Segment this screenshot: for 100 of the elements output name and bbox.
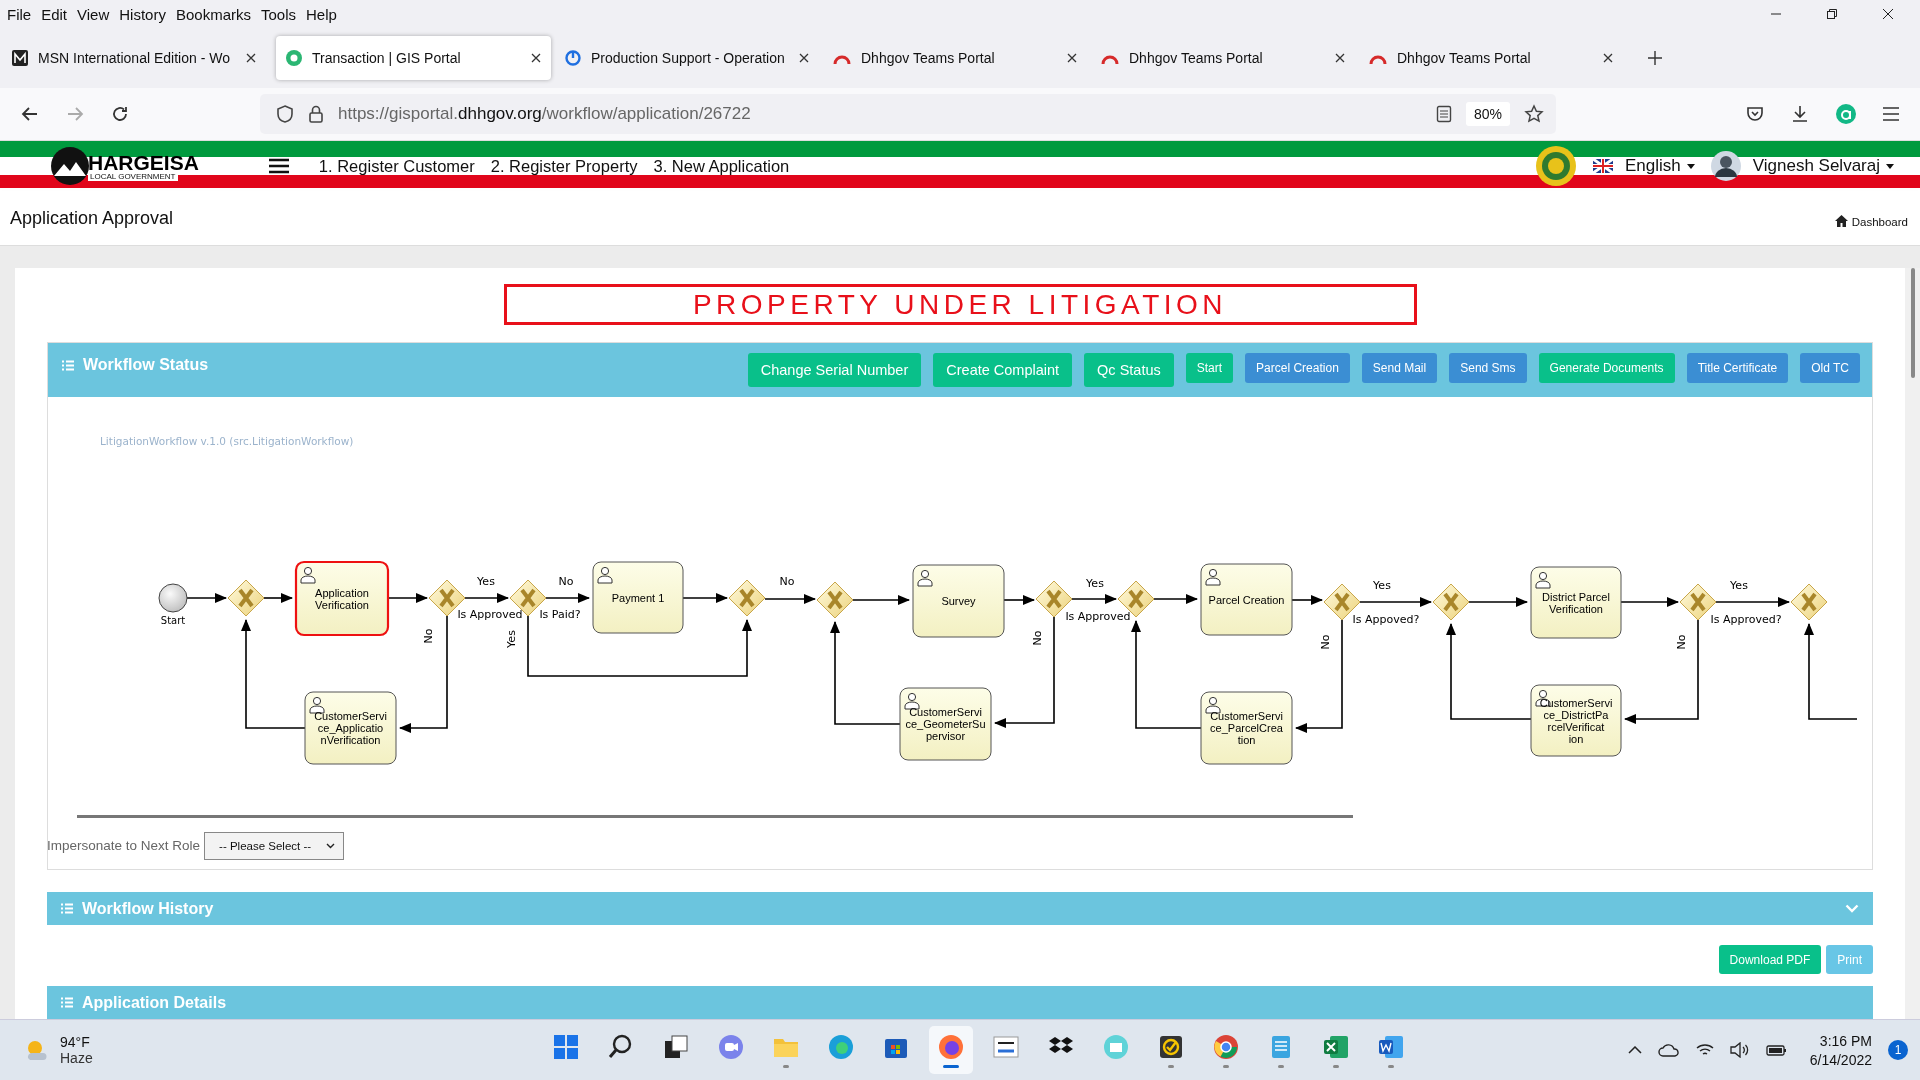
- task-label: CustomerService_ParcelCreation: [1210, 710, 1283, 747]
- logo-text: HARGEISA: [88, 151, 199, 173]
- gateway-icon: [227, 579, 265, 617]
- nav-link[interactable]: 2. Register Property: [490, 156, 638, 176]
- browser-tab[interactable]: Production Support - Operation: [561, 36, 819, 80]
- close-icon[interactable]: [531, 53, 541, 63]
- action-button[interactable]: Parcel Creation: [1245, 352, 1350, 383]
- edge-label: No: [422, 628, 435, 644]
- list-icon: [62, 359, 74, 371]
- scrollbar-thumb[interactable]: [1910, 268, 1915, 378]
- action-button[interactable]: Title Certificate: [1686, 352, 1789, 383]
- nav-link[interactable]: 3. New Application: [653, 156, 790, 176]
- task-label: Parcel Creation: [1208, 593, 1285, 606]
- url-text: https://gisportal.dhhgov.org/workflow/application/26722: [338, 104, 751, 124]
- reload-icon[interactable]: [110, 104, 130, 124]
- reader-icon[interactable]: [1435, 105, 1452, 123]
- clock-time[interactable]: 3:16 PM: [1819, 1032, 1872, 1049]
- close-icon[interactable]: [1335, 53, 1345, 63]
- close-icon[interactable]: [799, 53, 809, 63]
- new-tab-icon[interactable]: [1647, 50, 1663, 66]
- list-icon: [61, 903, 73, 915]
- emblem-icon: [1534, 145, 1577, 187]
- browser-tab[interactable]: Dhhgov Teams Portal: [1097, 36, 1355, 80]
- section-title: Application Details: [82, 993, 227, 1012]
- menu-item[interactable]: View: [74, 5, 117, 23]
- user-icon: [597, 567, 613, 584]
- user-icon: [904, 693, 920, 710]
- role-select[interactable]: -- Please Select --: [204, 831, 345, 860]
- star-icon[interactable]: [1524, 104, 1544, 124]
- edge-label: Is Approved: [1065, 610, 1131, 624]
- user-icon: [1205, 569, 1221, 586]
- menu-item[interactable]: Help: [303, 5, 344, 23]
- volume-icon[interactable]: [1729, 1042, 1750, 1058]
- gateway-icon: [1432, 583, 1470, 621]
- cloud-icon[interactable]: [1657, 1043, 1680, 1057]
- edge-label: Is Appoved?: [1352, 613, 1420, 627]
- notification-badge[interactable]: 1: [1888, 1040, 1908, 1060]
- caret-icon: [1686, 163, 1695, 169]
- task-label: Payment 1: [611, 591, 665, 604]
- wifi-icon[interactable]: [1695, 1043, 1714, 1057]
- msn-icon: [12, 50, 28, 66]
- litigation-banner: PROPERTY UNDER LITIGATION: [503, 284, 1417, 326]
- home-icon[interactable]: [1834, 215, 1848, 227]
- account-icon[interactable]: [1835, 103, 1857, 125]
- menu-item[interactable]: Edit: [38, 5, 75, 23]
- close-icon[interactable]: [246, 53, 256, 63]
- gateway-icon: [1323, 583, 1361, 621]
- close-icon[interactable]: [1067, 53, 1077, 63]
- action-button[interactable]: Old TC: [1800, 352, 1860, 383]
- task-label: Application Verification: [315, 586, 369, 611]
- action-button[interactable]: Send Sms: [1449, 352, 1527, 383]
- task-label: Survey: [941, 595, 976, 608]
- user-icon: [309, 697, 325, 714]
- task-label: CustomerService_ApplicationVerification: [314, 710, 387, 747]
- gateway-icon: [728, 579, 766, 617]
- power-icon: [565, 50, 581, 66]
- download-icon[interactable]: [1790, 104, 1810, 124]
- language-dropdown[interactable]: English: [1624, 156, 1681, 176]
- gateway-icon: [428, 579, 466, 617]
- browser-tab[interactable]: Dhhgov Teams Portal: [829, 36, 1087, 80]
- clock-date[interactable]: 6/14/2022: [1809, 1051, 1872, 1068]
- menu-item[interactable]: Bookmarks: [172, 5, 258, 23]
- mail-icon: [1102, 1032, 1130, 1061]
- task-label: District Parcel Verification: [1542, 590, 1610, 615]
- flow-arrow: [1003, 595, 1035, 606]
- nav-link[interactable]: 1. Register Customer: [318, 156, 475, 176]
- browser-tab[interactable]: Transaction | GIS Portal: [276, 36, 551, 80]
- edge-label: Is Approved: [457, 608, 523, 622]
- edge-label: No: [1319, 634, 1332, 650]
- gateway-icon: [1035, 580, 1073, 618]
- browser-tab[interactable]: Dhhgov Teams Portal: [1365, 36, 1623, 80]
- zoom-level[interactable]: 80%: [1465, 102, 1510, 126]
- menu-item[interactable]: History: [116, 5, 173, 23]
- panel-title: Workflow Status: [83, 356, 209, 375]
- flag-icon: [1592, 159, 1613, 173]
- close-icon[interactable]: [1882, 8, 1894, 20]
- battery-icon[interactable]: [1765, 1043, 1788, 1057]
- edge-label: No: [779, 575, 795, 589]
- user-icon: [1535, 572, 1551, 589]
- browser-tab[interactable]: MSN International Edition - Wo: [8, 36, 266, 80]
- menu-icon[interactable]: [268, 158, 289, 174]
- menu-item[interactable]: Tools: [258, 5, 303, 23]
- flow-arrow: [263, 593, 293, 604]
- restore-icon[interactable]: [1826, 8, 1838, 20]
- caret-icon: [1886, 163, 1894, 169]
- chevron-up-icon[interactable]: [1627, 1046, 1642, 1054]
- address-bar[interactable]: https://gisportal.dhhgov.org/workflow/application/26722 80%: [260, 94, 1556, 134]
- user-menu[interactable]: Vignesh Selvaraj: [1752, 156, 1880, 176]
- menu-item[interactable]: File: [4, 5, 39, 23]
- task-label: CustomerService_DistrictParcelVerification: [1539, 696, 1613, 745]
- flow-arrow: [682, 593, 728, 604]
- start-label: Start: [160, 615, 186, 627]
- flow-arrow: [464, 593, 509, 604]
- action-button[interactable]: Send Mail: [1361, 352, 1438, 383]
- scrollbar[interactable]: [77, 815, 1353, 819]
- breadcrumb-link[interactable]: Dashboard: [1851, 216, 1908, 228]
- close-icon[interactable]: [1603, 53, 1613, 63]
- flow-arrow: [1291, 595, 1323, 606]
- windows-icon: [552, 1032, 580, 1061]
- pocket-icon[interactable]: [1745, 104, 1765, 124]
